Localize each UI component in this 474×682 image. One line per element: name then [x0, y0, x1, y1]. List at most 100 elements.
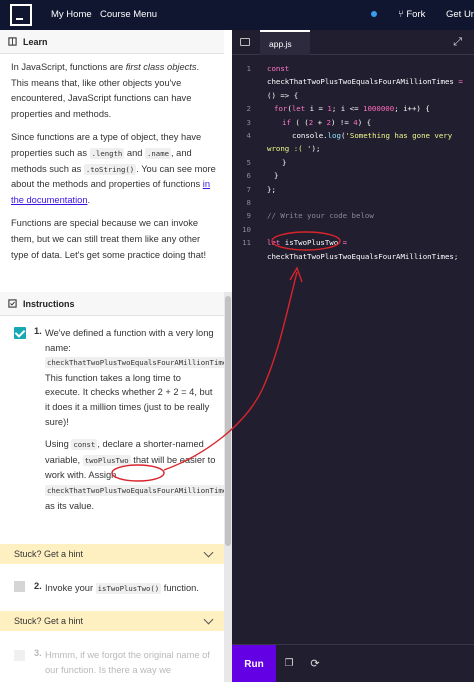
instructions-scrollbar[interactable] — [224, 292, 232, 682]
get-unstuck-label: Get Uns — [446, 9, 474, 20]
code-token: ) { — [357, 117, 372, 127]
editor-tab-bar: app.js ⤢ — [232, 30, 474, 55]
learn-paragraph-1: In JavaScript, functions are first class… — [11, 60, 217, 122]
inline-code: twoPlusTwo — [82, 454, 131, 466]
task-number: 2. — [34, 581, 42, 591]
inline-code: checkThatTwoPlusTwoEqualsFourAMillionTim… — [45, 357, 232, 369]
get-unstuck-button[interactable]: Get Uns — [446, 9, 474, 20]
code-token: = — [338, 238, 348, 248]
code-token: checkThatTwoPlusTwoEqualsFourAMillionTim… — [267, 251, 459, 261]
line-number: 6 — [246, 171, 251, 181]
code-token: checkThatTwoPlusTwoEqualsFourAMillionTim… — [267, 77, 454, 87]
task-complete-check-icon — [14, 327, 26, 339]
code-token: for — [274, 104, 288, 114]
code-comment: // Write your code below — [267, 211, 374, 221]
code-token: log — [327, 131, 341, 140]
top-nav: My Home Course Menu ⑂ Fork Get Uns — [0, 0, 474, 30]
text: Using — [45, 439, 72, 450]
line-number: 8 — [246, 198, 251, 207]
task-incomplete-box-icon — [14, 650, 25, 661]
learn-header: Learn — [0, 30, 224, 54]
hint-label: Stuck? Get a hint — [14, 616, 84, 626]
tab-app-js[interactable]: app.js — [260, 30, 310, 55]
line-number: 5 — [246, 157, 251, 167]
task-2-text: Invoke your isTwoPlusTwo() function. — [45, 581, 217, 597]
code-token: ; i <= — [331, 104, 364, 114]
task-2: 2. Invoke your isTwoPlusTwo() function. — [0, 574, 224, 604]
code-token: const — [267, 64, 290, 73]
task-number: 3. — [34, 648, 42, 658]
line-number: 4 — [246, 131, 251, 140]
learn-content: In JavaScript, functions are first class… — [11, 60, 217, 271]
text: as its value. — [45, 500, 95, 511]
text: Invoke your — [45, 583, 96, 593]
book-icon — [8, 37, 17, 46]
line-number: 3 — [246, 117, 251, 127]
checkbox-icon — [8, 299, 17, 308]
text: function. — [161, 583, 199, 593]
text: In JavaScript, functions are — [11, 62, 126, 72]
inline-code: const — [71, 439, 98, 451]
inline-code: .length — [89, 147, 125, 159]
code-token: isTwoPlusTwo — [280, 238, 339, 248]
status-dot-icon — [371, 11, 377, 17]
code-editor: app.js ⤢ 1 const checkThatTwoPlusTwoEqual… — [232, 30, 474, 682]
expand-icon[interactable]: ⤢ — [453, 36, 462, 49]
code-token: console. — [292, 131, 328, 140]
learn-title: Learn — [23, 36, 48, 47]
task-1-paragraph-2: Using const, declare a shorter-named var… — [45, 437, 232, 513]
hint-toggle-1[interactable]: Stuck? Get a hint — [0, 544, 224, 564]
code-token: () => { — [267, 90, 299, 100]
refresh-icon[interactable]: ⟳ — [307, 650, 323, 678]
task-1-paragraph-1: We've defined a function with a very lon… — [45, 326, 232, 429]
scrollbar-thumb[interactable] — [225, 296, 231, 546]
fork-button[interactable]: ⑂ Fork — [398, 9, 425, 20]
code-token: + — [313, 117, 327, 127]
code-token: }; — [267, 184, 276, 194]
task-3-text: Hmmm, if we forgot the original name of … — [45, 650, 210, 675]
chevron-down-icon — [203, 614, 214, 625]
code-token: } — [282, 157, 287, 167]
code-token: ) != — [330, 117, 354, 127]
line-number: 11 — [242, 238, 251, 248]
fork-label: Fork — [406, 9, 426, 20]
line-number: 7 — [246, 184, 251, 194]
code-token: 1000000 — [363, 104, 395, 114]
text: We've defined a function with a very lon… — [45, 328, 214, 353]
inline-code: .toString() — [83, 163, 137, 175]
task-number: 1. — [34, 326, 42, 336]
instructions-header: Instructions — [0, 292, 224, 316]
code-token: ( ( — [290, 117, 309, 127]
line-number: 9 — [246, 211, 251, 221]
nav-my-home[interactable]: My Home — [51, 9, 92, 20]
chevron-down-icon — [203, 547, 214, 558]
folder-icon[interactable] — [240, 38, 250, 46]
code-token: 'Something has gone very — [345, 131, 453, 140]
copy-icon[interactable]: ❐ — [281, 650, 297, 678]
editor-toolbar: Run ❐ ⟳ — [232, 644, 474, 682]
code-token: let — [267, 238, 281, 248]
text: and — [124, 147, 146, 158]
code-token: i = — [305, 104, 328, 114]
code-token: if — [282, 117, 291, 127]
task-3: 3. Hmmm, if we forgot the original name … — [0, 640, 224, 682]
codecademy-logo[interactable] — [10, 4, 32, 26]
learn-panel: Learn In JavaScript, functions are first… — [0, 30, 232, 682]
hint-toggle-2[interactable]: Stuck? Get a hint — [0, 611, 224, 631]
emphasis: first class objects — [125, 62, 197, 72]
code-token: ); — [311, 144, 321, 154]
run-button[interactable]: Run — [232, 645, 276, 682]
inline-code: checkThatTwoPlusTwoEqualsFourAMillionTim… — [45, 484, 232, 496]
text: . — [87, 194, 91, 205]
hint-label: Stuck? Get a hint — [14, 549, 84, 559]
learn-paragraph-2: Since functions are a type of object, th… — [11, 130, 217, 208]
task-1-text: We've defined a function with a very lon… — [45, 326, 232, 521]
code-token: = — [453, 77, 463, 87]
task-incomplete-box-icon — [14, 581, 25, 592]
code-token: ; i++) { — [394, 104, 430, 114]
nav-course-menu[interactable]: Course Menu — [100, 9, 157, 20]
code-token: } — [274, 171, 279, 181]
inline-code: isTwoPlusTwo() — [95, 583, 162, 594]
code-token: let — [291, 104, 306, 114]
learn-paragraph-3: Functions are special because we can inv… — [11, 218, 207, 260]
